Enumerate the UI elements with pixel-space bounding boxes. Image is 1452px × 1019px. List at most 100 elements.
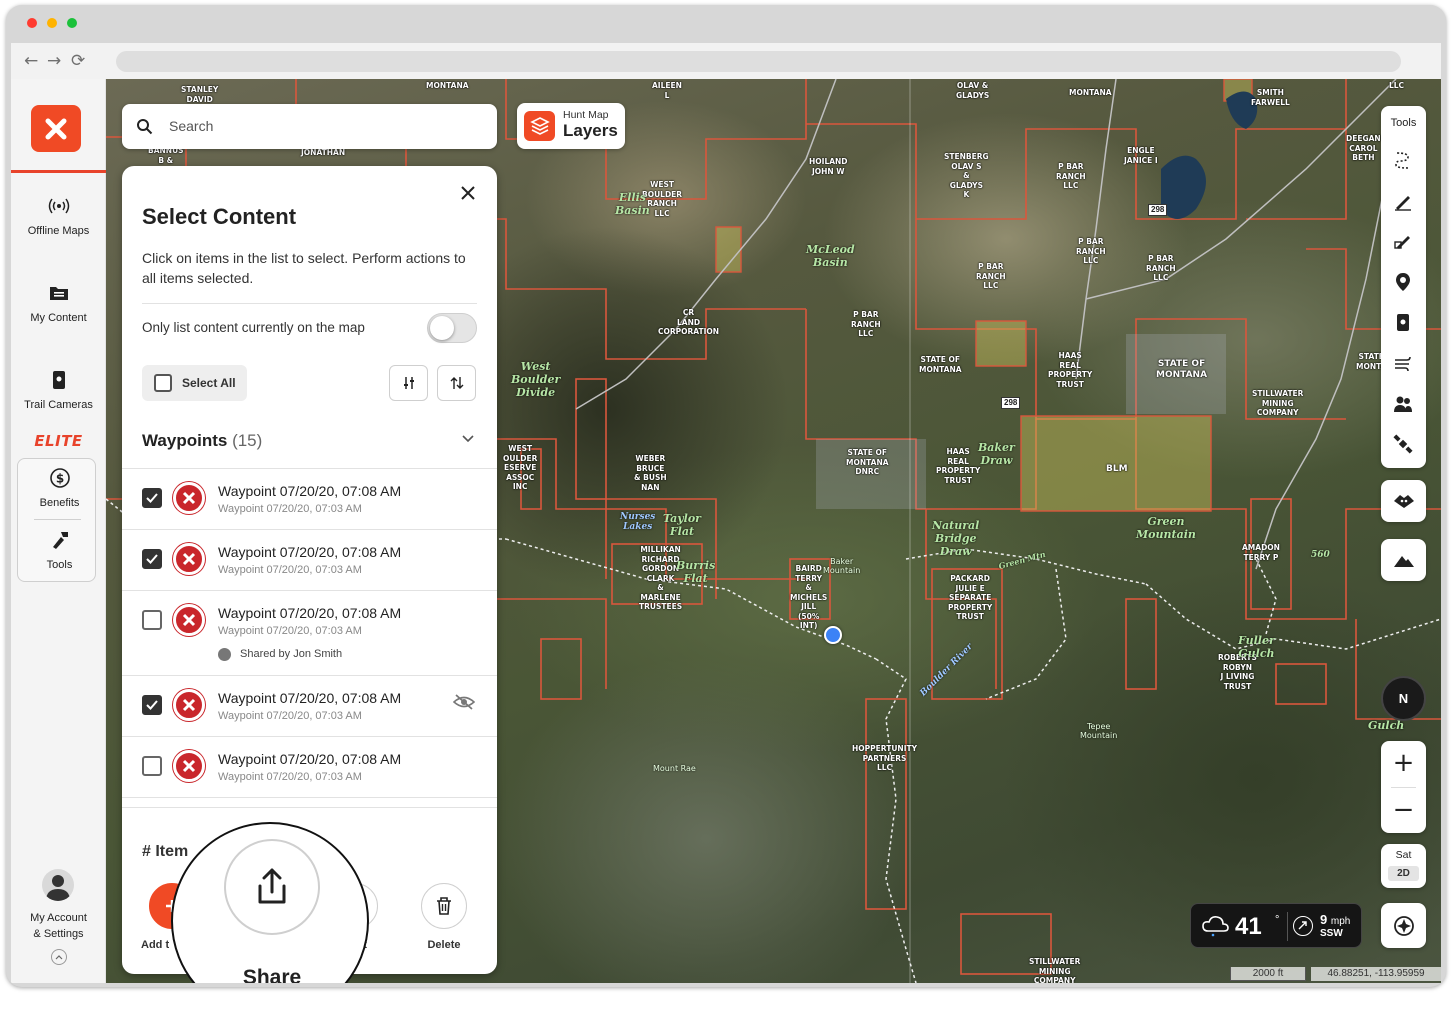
waypoints-section-title[interactable]: Waypoints (15) [142,431,262,451]
search-input[interactable]: Search [169,118,213,134]
map-content-toggle[interactable] [427,313,477,343]
cloud-rain-icon [1202,916,1229,937]
close-window-button[interactable] [27,18,37,28]
map-parcel-label: P BAR RANCH LLC [976,262,1006,290]
mountain-icon [1393,556,1414,567]
map-place-label: 560 [1311,550,1330,560]
item-checkbox[interactable] [142,549,162,569]
map-parcel-label: STANLEY DAVID [181,85,219,104]
hunting-party-icon[interactable] [1392,393,1414,415]
waypoint-subtitle: Waypoint 07/20/20, 07:03 AM [218,710,362,722]
select-all-checkbox[interactable] [154,374,172,392]
address-bar[interactable] [116,51,1401,72]
sort-arrows-icon [450,377,463,389]
minimize-window-button[interactable] [47,18,57,28]
item-checkbox[interactable] [142,488,162,508]
eye-off-icon[interactable] [453,693,475,711]
panel-description: Click on items in the list to select. Pe… [142,250,466,286]
road-number-badge: 298 [1001,397,1021,409]
elite-section: $ Benefits Tools [17,458,96,582]
sidebar-item-label: Benefits [39,497,80,509]
sidebar-item-benefits[interactable]: $ Benefits [12,467,107,509]
maximize-window-button[interactable] [67,18,77,28]
weather-widget[interactable]: 41 ° 9 mph SSW [1190,903,1362,948]
list-item[interactable]: Waypoint 07/20/20, 07:08 AM Waypoint 07/… [122,675,497,736]
app-logo[interactable] [31,105,81,152]
compass-button[interactable]: N [1381,676,1426,721]
waypoint-title: Waypoint 07/20/20, 07:08 AM [218,751,402,767]
reload-icon[interactable]: ⟳ [71,52,85,70]
search-icon [137,119,153,135]
onx-logo-icon [45,118,67,139]
map-parcel-label: AMADON TERRY P [1242,543,1280,562]
hunt-area-button[interactable] [1381,480,1426,522]
map-parcel-label: HOPPERTUNITY PARTNERS LLC [852,744,918,772]
wind-icon[interactable] [1392,352,1414,374]
waypoint-subtitle: Waypoint 07/20/20, 07:03 AM [218,564,362,576]
checkmark-icon [146,493,158,503]
app-viewport: STANLEY DAVID MONTANA AILEEN L OLAV & GL… [11,79,1441,983]
list-item[interactable]: Waypoint 07/20/20, 07:08 AM Waypoint 07/… [122,468,497,529]
back-arrow-icon[interactable]: ← [24,52,38,70]
terrain-3d-button[interactable] [1381,539,1426,581]
map-parcel-label: AILEEN L [652,81,682,100]
wind-speed-unit: mph [1330,916,1351,927]
map-parcel-label: HAAS REAL PROPERTY TRUST [1048,351,1093,389]
map-parcel-label: JONATHAN [301,148,346,157]
sidebar-item-tools[interactable]: Tools [12,529,107,571]
satellite-icon[interactable] [1392,433,1414,455]
zoom-in-button[interactable]: + [1381,741,1426,786]
sidebar-item-offline-maps[interactable]: Offline Maps [11,195,106,237]
folder-list-icon [49,287,68,300]
select-all-button[interactable]: Select All [142,365,247,401]
item-checkbox[interactable] [142,610,162,630]
sidebar-item-account[interactable]: My Account & Settings [11,910,106,942]
map-parcel-label: LLC [1389,81,1405,90]
wind-direction: SSW [1320,928,1343,939]
sort-button[interactable] [437,365,476,401]
draw-line-icon[interactable] [1392,190,1414,212]
avatar[interactable] [42,869,74,901]
share-button[interactable] [224,839,320,935]
map-place-label: Taylor Flat [663,512,701,538]
item-checkbox[interactable] [142,756,162,776]
map-parcel-label: WEST OULDER ESERVE ASSOC INC [503,444,538,491]
sidebar-item-trail-cameras[interactable]: Trail Cameras [11,369,106,411]
logo-active-indicator [11,170,106,173]
item-checkbox[interactable] [142,695,162,715]
map-parcel-label: PACKARD JULIE E SEPARATE PROPERTY TRUST [948,574,993,621]
list-item[interactable]: Waypoint 07/20/20, 07:08 AM Waypoint 07/… [122,736,497,797]
list-item[interactable]: Waypoint 07/20/20, 07:08 AM Waypoint 07/… [122,529,497,590]
list-item[interactable]: Waypoint 07/20/20, 07:08 AM Waypoint 07/… [122,590,497,675]
layers-button[interactable]: Hunt Map Layers [517,103,625,149]
basemap-label: Sat [1395,849,1412,861]
waypoint-pin-icon[interactable] [1392,271,1414,293]
browser-window: ← → ⟳ STANLEY DAVID MONTANA AILEEN L OLA… [6,5,1446,987]
basemap-toggle[interactable]: Sat 2D [1381,844,1426,888]
browser-toolbar: ← → ⟳ [11,43,1441,79]
route-icon[interactable] [1392,149,1414,171]
waypoint-title: Waypoint 07/20/20, 07:08 AM [218,690,402,706]
draw-shape-icon[interactable] [1392,230,1414,252]
delete-button[interactable] [421,883,467,929]
panel-title: Select Content [142,204,297,229]
svg-text:$: $ [55,472,63,486]
map-place-label: Ellis Basin [615,191,650,217]
close-icon[interactable] [458,183,478,203]
zoom-out-button[interactable]: − [1381,788,1426,833]
trail-camera-tool-icon[interactable] [1392,311,1414,333]
select-all-label: Select All [182,376,236,390]
sidebar-item-label: Trail Cameras [24,399,93,411]
elite-divider [34,519,81,520]
collapse-sidebar-button[interactable] [51,949,67,965]
sidebar-item-my-content[interactable]: My Content [11,282,106,324]
chevron-down-icon[interactable] [461,431,475,445]
map-place-label: Tepee Mountain [1080,722,1118,740]
gps-location-button[interactable] [1381,903,1426,948]
forward-arrow-icon[interactable]: → [47,52,61,70]
crosshair-icon [1393,915,1414,936]
account-label-line-1: My Account [30,912,87,924]
map-parcel-label: STILLWATER MINING COMPANY [1029,957,1081,983]
filter-button[interactable] [389,365,428,401]
search-bar[interactable]: Search [122,104,497,149]
